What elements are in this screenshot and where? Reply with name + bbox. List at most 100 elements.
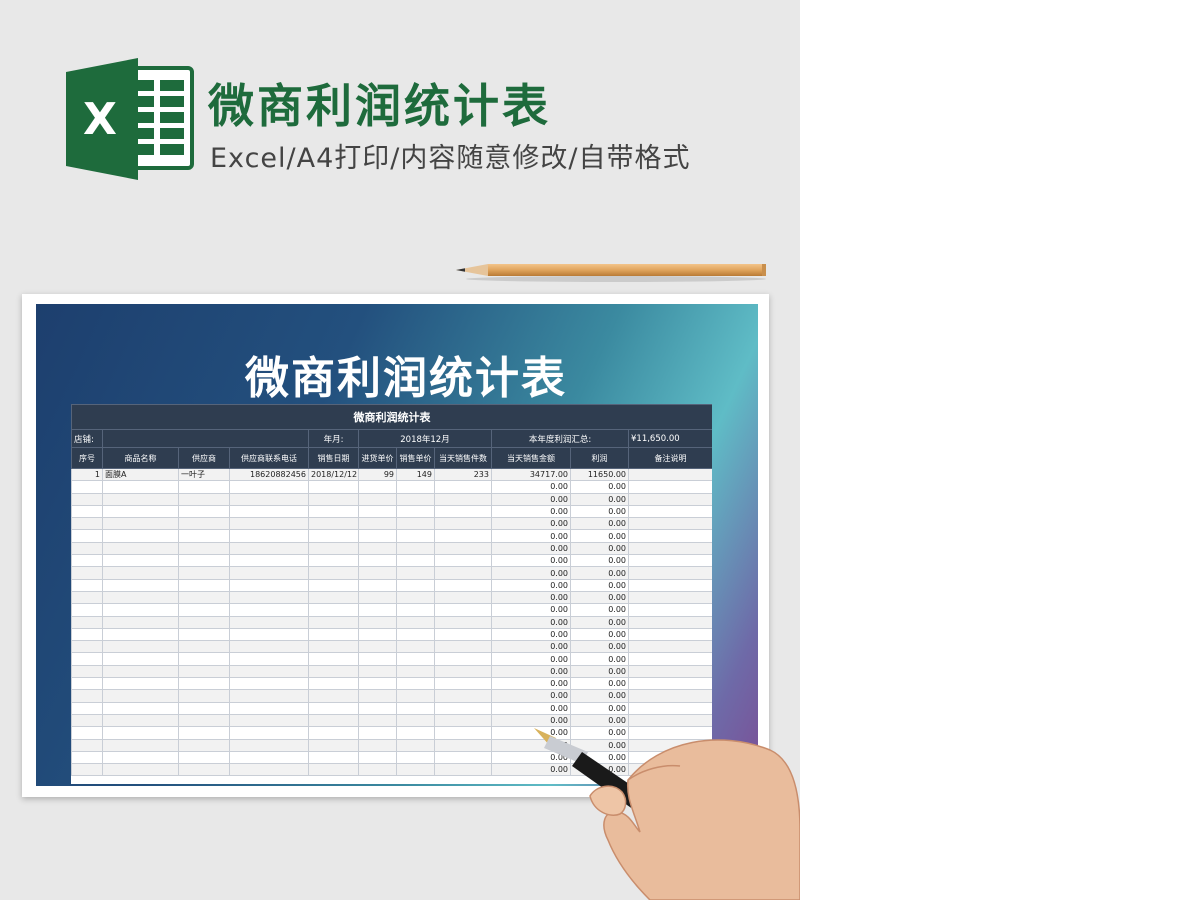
table-cell[interactable] — [434, 750, 492, 765]
table-cell[interactable] — [102, 713, 179, 728]
table-cell[interactable] — [71, 701, 103, 715]
table-cell[interactable] — [178, 566, 230, 580]
table-cell[interactable] — [178, 615, 230, 629]
table-cell[interactable] — [229, 517, 309, 531]
table-cell[interactable] — [102, 738, 179, 752]
table-cell[interactable] — [102, 529, 179, 543]
table-cell[interactable]: 0.00 — [570, 590, 629, 605]
table-cell[interactable] — [396, 578, 435, 592]
table-cell[interactable] — [627, 517, 712, 531]
table-cell[interactable] — [434, 492, 492, 506]
table-cell[interactable]: 0.00 — [570, 529, 629, 543]
table-cell[interactable] — [102, 615, 179, 629]
table-cell[interactable] — [229, 763, 309, 777]
table-cell[interactable] — [229, 603, 309, 617]
table-cell[interactable] — [308, 603, 359, 617]
table-cell[interactable] — [71, 529, 103, 543]
table-cell[interactable] — [229, 554, 309, 568]
table-cell[interactable] — [396, 603, 435, 617]
table-cell[interactable]: 0.00 — [570, 492, 629, 506]
table-cell[interactable]: 0.00 — [570, 517, 629, 531]
table-cell[interactable] — [102, 627, 179, 642]
table-cell[interactable]: 0.00 — [570, 677, 629, 691]
table-cell[interactable] — [358, 480, 397, 494]
table-cell[interactable] — [229, 529, 309, 543]
table-cell[interactable] — [178, 529, 230, 543]
table-cell[interactable]: 0.00 — [491, 517, 571, 531]
table-cell[interactable]: 0.00 — [491, 541, 571, 556]
table-cell[interactable] — [229, 701, 309, 715]
table-cell[interactable] — [396, 480, 435, 494]
table-cell[interactable] — [308, 554, 359, 568]
table-cell[interactable] — [71, 504, 103, 519]
table-cell[interactable]: 面膜A — [102, 467, 179, 482]
table-cell[interactable] — [308, 504, 359, 519]
table-cell[interactable] — [71, 652, 103, 666]
table-cell[interactable] — [627, 504, 712, 519]
table-cell[interactable] — [358, 603, 397, 617]
table-cell[interactable] — [358, 554, 397, 568]
table-cell[interactable] — [434, 701, 492, 715]
table-cell[interactable] — [308, 627, 359, 642]
table-cell[interactable] — [229, 578, 309, 592]
table-cell[interactable] — [396, 701, 435, 715]
table-cell[interactable] — [396, 640, 435, 654]
table-cell[interactable] — [102, 689, 179, 703]
table-cell[interactable] — [627, 467, 712, 482]
table-cell[interactable] — [71, 750, 103, 765]
table-cell[interactable] — [396, 689, 435, 703]
table-cell[interactable] — [71, 566, 103, 580]
table-cell[interactable] — [396, 529, 435, 543]
table-cell[interactable]: 0.00 — [491, 603, 571, 617]
table-cell[interactable] — [178, 517, 230, 531]
table-cell[interactable] — [229, 590, 309, 605]
table-cell[interactable] — [178, 578, 230, 592]
table-cell[interactable] — [71, 738, 103, 752]
table-cell[interactable] — [396, 504, 435, 519]
table-cell[interactable] — [396, 652, 435, 666]
table-cell[interactable] — [102, 590, 179, 605]
table-cell[interactable]: 1 — [71, 467, 103, 482]
table-cell[interactable] — [71, 517, 103, 531]
table-cell[interactable] — [102, 517, 179, 531]
table-cell[interactable] — [102, 726, 179, 740]
table-cell[interactable] — [71, 677, 103, 691]
table-cell[interactable] — [308, 640, 359, 654]
table-cell[interactable]: 0.00 — [491, 529, 571, 543]
month-value[interactable]: 2018年12月 — [358, 429, 492, 448]
table-cell[interactable] — [229, 738, 309, 752]
table-cell[interactable] — [178, 627, 230, 642]
table-cell[interactable]: 0.00 — [570, 578, 629, 592]
table-cell[interactable] — [178, 664, 230, 679]
table-cell[interactable] — [358, 578, 397, 592]
table-cell[interactable] — [71, 554, 103, 568]
table-cell[interactable] — [627, 627, 712, 642]
table-cell[interactable] — [71, 492, 103, 506]
table-cell[interactable]: 0.00 — [491, 590, 571, 605]
table-cell[interactable]: 0.00 — [570, 640, 629, 654]
table-cell[interactable] — [71, 615, 103, 629]
table-cell[interactable]: 149 — [396, 467, 435, 482]
table-cell[interactable] — [434, 504, 492, 519]
table-cell[interactable]: 0.00 — [570, 566, 629, 580]
table-cell[interactable] — [229, 566, 309, 580]
table-cell[interactable]: 0.00 — [491, 615, 571, 629]
table-cell[interactable] — [396, 590, 435, 605]
table-cell[interactable] — [358, 738, 397, 752]
table-cell[interactable] — [178, 480, 230, 494]
table-cell[interactable] — [102, 763, 179, 777]
table-cell[interactable] — [308, 578, 359, 592]
table-cell[interactable] — [308, 492, 359, 506]
table-cell[interactable] — [308, 701, 359, 715]
table-cell[interactable] — [102, 664, 179, 679]
table-cell[interactable] — [358, 504, 397, 519]
table-cell[interactable] — [358, 750, 397, 765]
table-cell[interactable] — [358, 541, 397, 556]
table-cell[interactable] — [627, 603, 712, 617]
table-cell[interactable] — [627, 590, 712, 605]
table-cell[interactable] — [308, 677, 359, 691]
table-cell[interactable] — [396, 726, 435, 740]
table-cell[interactable] — [358, 664, 397, 679]
table-cell[interactable] — [178, 590, 230, 605]
table-cell[interactable] — [627, 664, 712, 679]
